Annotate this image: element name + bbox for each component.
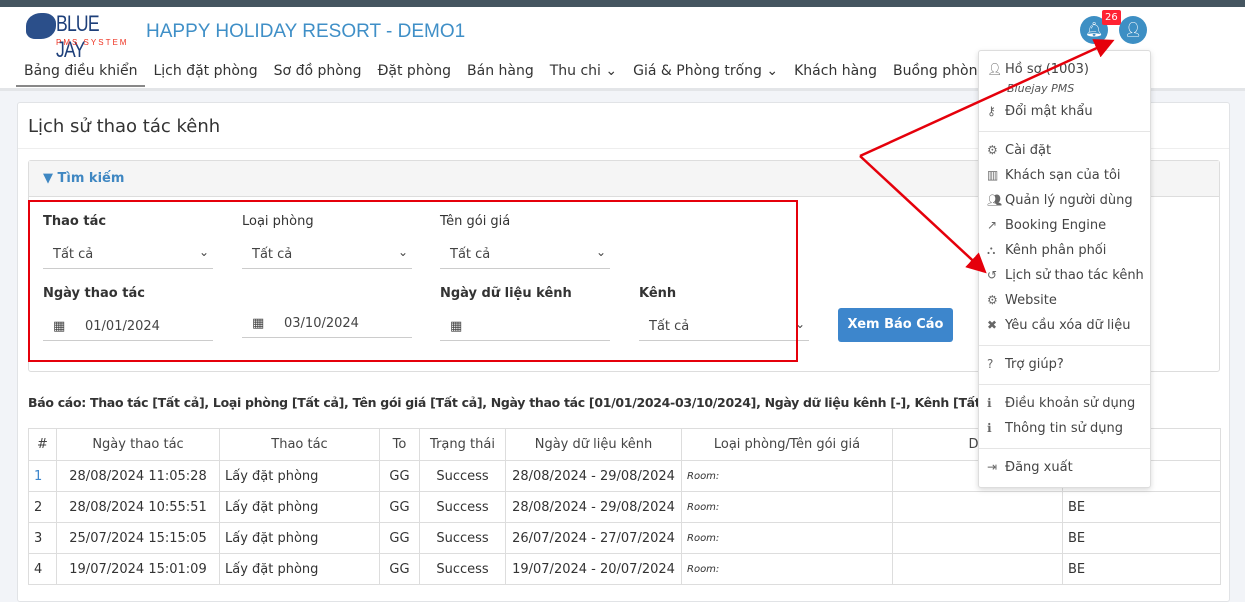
annotation-arrows [859, 39, 1115, 274]
arrow-to-avatar [859, 39, 1115, 158]
arrow-to-history [859, 155, 987, 274]
